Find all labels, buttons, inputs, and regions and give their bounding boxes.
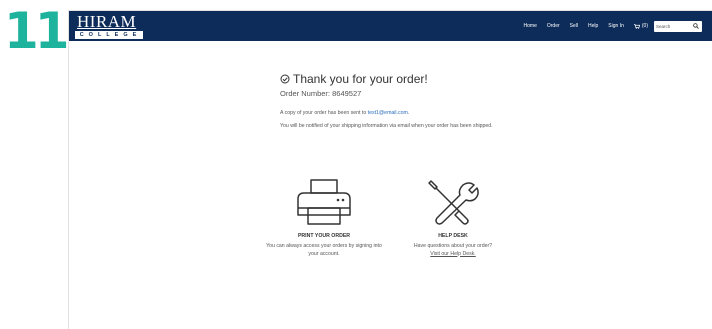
search-box bbox=[654, 20, 702, 32]
cart-icon bbox=[633, 23, 640, 29]
shipping-notice: You will be notified of your shipping in… bbox=[280, 123, 493, 129]
help-desk-question: Have questions about your order? bbox=[413, 243, 493, 249]
email-copy-prefix: A copy of your order has been sent to bbox=[280, 110, 368, 116]
help-desk-text: Have questions about your order? Visit o… bbox=[393, 243, 513, 258]
cart-button[interactable]: (0) bbox=[633, 23, 648, 29]
top-navbar: HIRAM COLLEGE Home Order Sell Help Sign … bbox=[69, 11, 712, 41]
wrench-screwdriver-icon bbox=[428, 180, 479, 225]
cart-count: (0) bbox=[641, 23, 648, 29]
browser-window: HIRAM COLLEGE Home Order Sell Help Sign … bbox=[68, 10, 712, 329]
help-desk-link[interactable]: Visit our Help Desk. bbox=[430, 251, 475, 257]
help-desk-title: HELP DESK bbox=[438, 233, 468, 239]
nav-sign-in[interactable]: Sign In bbox=[608, 23, 624, 29]
help-desk-card: HELP DESK Have questions about your orde… bbox=[393, 179, 513, 258]
printer-icon bbox=[297, 179, 351, 225]
check-circle-icon bbox=[280, 74, 290, 84]
step-number: 11 bbox=[4, 2, 70, 60]
print-order-card[interactable]: PRINT YOUR ORDER You can always access y… bbox=[264, 179, 384, 258]
college-logo[interactable]: HIRAM COLLEGE bbox=[75, 12, 143, 39]
print-order-text: You can always access your orders by sig… bbox=[266, 243, 382, 257]
print-order-title: PRINT YOUR ORDER bbox=[297, 233, 351, 239]
email-copy-text: A copy of your order has been sent to te… bbox=[280, 110, 409, 116]
order-number: Order Number: 8649527 bbox=[280, 89, 362, 98]
confirmation-heading: Thank you for your order! bbox=[280, 72, 428, 86]
email-link[interactable]: test1@email.com bbox=[368, 110, 408, 116]
page-title: Thank you for your order! bbox=[293, 72, 428, 86]
nav-help[interactable]: Help bbox=[588, 23, 598, 29]
logo-wordmark: HIRAM bbox=[77, 12, 137, 31]
logo-subtitle: COLLEGE bbox=[75, 31, 143, 39]
main-nav: Home Order Sell Help Sign In (0) bbox=[514, 11, 702, 41]
nav-order[interactable]: Order bbox=[547, 23, 560, 29]
nav-sell[interactable]: Sell bbox=[570, 23, 578, 29]
search-icon[interactable] bbox=[693, 22, 699, 29]
email-copy-suffix: . bbox=[407, 110, 410, 116]
search-input[interactable] bbox=[656, 21, 690, 31]
nav-home[interactable]: Home bbox=[524, 23, 537, 29]
